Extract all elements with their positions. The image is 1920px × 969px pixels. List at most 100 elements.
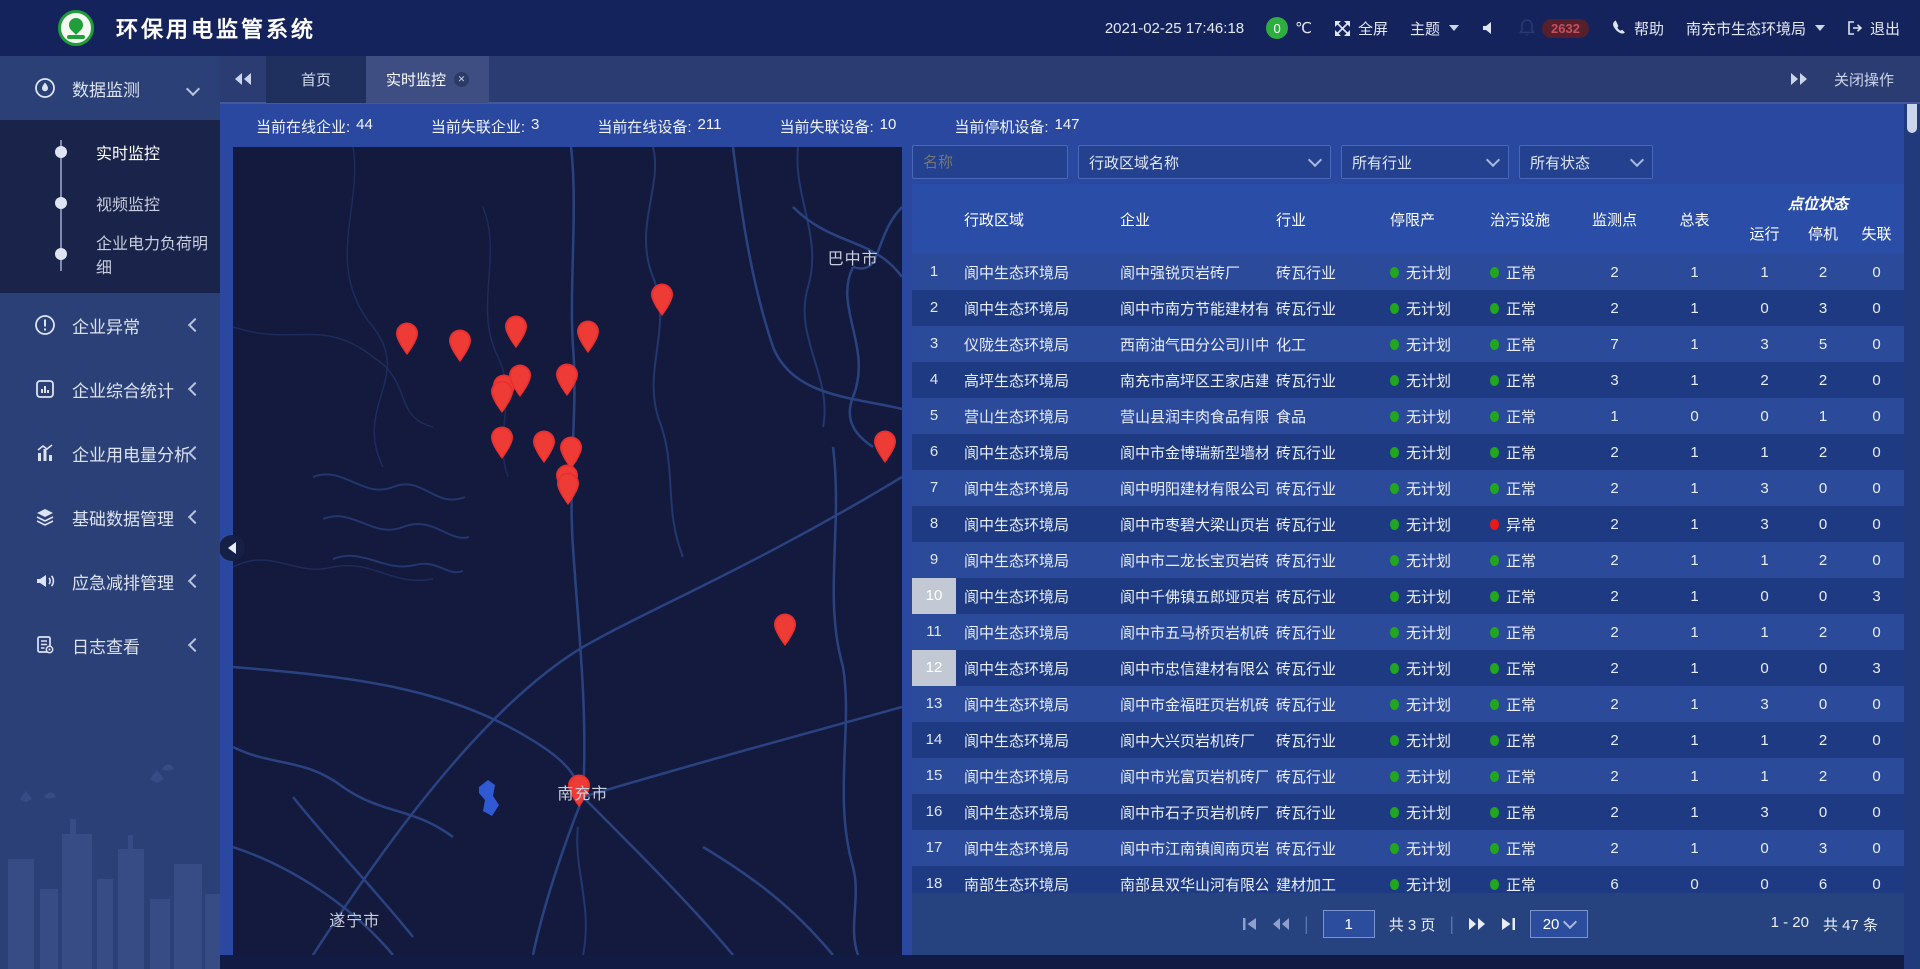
table-row[interactable]: 10 阆中生态环境局 阆中千佛镇五郎垭页岩 砖瓦行业 无计划 正常 2 1 0 … bbox=[912, 578, 1904, 614]
row-production-status: 无计划 bbox=[1382, 514, 1482, 535]
name-search-input[interactable] bbox=[912, 145, 1068, 179]
row-stopped: 2 bbox=[1797, 732, 1849, 749]
sidebar-item-data-monitoring[interactable]: 数据监测 bbox=[0, 56, 220, 120]
row-region: 阆中生态环境局 bbox=[956, 730, 1112, 751]
row-seq: 8 bbox=[912, 506, 956, 542]
stat-item: 当前在线企业: 44 bbox=[256, 116, 373, 137]
status-dot-icon bbox=[1390, 699, 1399, 710]
map-pin-icon[interactable] bbox=[555, 472, 581, 506]
row-stopped: 0 bbox=[1797, 660, 1849, 677]
table-row[interactable]: 4 高坪生态环境局 南充市高坪区王家店建 砖瓦行业 无计划 正常 3 1 2 2… bbox=[912, 362, 1904, 398]
mute-button[interactable] bbox=[1481, 20, 1497, 36]
first-page-button[interactable] bbox=[1242, 917, 1258, 931]
chevron-left-icon bbox=[188, 510, 202, 524]
map-pin-icon[interactable] bbox=[503, 315, 529, 349]
table-row[interactable]: 17 阆中生态环境局 阆中市江南镇阆南页岩 砖瓦行业 无计划 正常 2 1 0 … bbox=[912, 830, 1904, 866]
row-company: 阆中千佛镇五郎垭页岩 bbox=[1112, 586, 1268, 607]
row-region: 阆中生态环境局 bbox=[956, 802, 1112, 823]
table-row[interactable]: 14 阆中生态环境局 阆中大兴页岩机砖厂 砖瓦行业 无计划 正常 2 1 1 2… bbox=[912, 722, 1904, 758]
fullscreen-button[interactable]: 全屏 bbox=[1334, 18, 1388, 39]
table-row[interactable]: 16 阆中生态环境局 阆中市石子页岩机砖厂 砖瓦行业 无计划 正常 2 1 3 … bbox=[912, 794, 1904, 830]
sidebar-item-power-analysis[interactable]: 企业用电量分析 bbox=[0, 421, 220, 485]
map-pin-icon[interactable] bbox=[447, 329, 473, 363]
chevron-left-icon bbox=[188, 574, 202, 588]
row-stopped: 0 bbox=[1797, 588, 1849, 605]
region-select[interactable]: 行政区域名称 bbox=[1078, 145, 1331, 179]
notification-bell[interactable]: 2632 bbox=[1519, 19, 1589, 38]
map-panel[interactable]: 巴中市 南充市 遂宁市 bbox=[233, 147, 902, 955]
map-pin-icon[interactable] bbox=[489, 426, 515, 460]
table-row[interactable]: 12 阆中生态环境局 阆中市忠信建材有限公 砖瓦行业 无计划 正常 2 1 0 … bbox=[912, 650, 1904, 686]
theme-menu[interactable]: 主题 bbox=[1410, 18, 1459, 39]
status-dot-icon bbox=[1390, 555, 1399, 566]
map-pin-icon[interactable] bbox=[649, 283, 675, 317]
industry-select[interactable]: 所有行业 bbox=[1341, 145, 1509, 179]
table-row[interactable]: 11 阆中生态环境局 阆中市五马桥页岩机砖 砖瓦行业 无计划 正常 2 1 1 … bbox=[912, 614, 1904, 650]
table-row[interactable]: 8 阆中生态环境局 阆中市枣碧大梁山页岩 砖瓦行业 无计划 异常 2 1 3 0… bbox=[912, 506, 1904, 542]
row-seq: 7 bbox=[912, 470, 956, 506]
close-operations-button[interactable]: 关闭操作 bbox=[1834, 69, 1894, 90]
status-select[interactable]: 所有状态 bbox=[1519, 145, 1653, 179]
row-company: 阆中市光富页岩机砖厂 bbox=[1112, 766, 1268, 787]
row-region: 阆中生态环境局 bbox=[956, 586, 1112, 607]
page-scrollbar[interactable] bbox=[1904, 56, 1920, 969]
table-row[interactable]: 5 营山生态环境局 营山县润丰肉食品有限 食品 无计划 正常 1 0 0 1 0 bbox=[912, 398, 1904, 434]
row-total-meters: 1 bbox=[1657, 840, 1732, 857]
table-row[interactable]: 13 阆中生态环境局 阆中市金福旺页岩机砖 砖瓦行业 无计划 正常 2 1 3 … bbox=[912, 686, 1904, 722]
org-menu[interactable]: 南充市生态环境局 bbox=[1686, 18, 1825, 39]
tab-home[interactable]: 首页 bbox=[266, 55, 366, 103]
table-row[interactable]: 9 阆中生态环境局 阆中市二龙长宝页岩砖 砖瓦行业 无计划 正常 2 1 1 2… bbox=[912, 542, 1904, 578]
status-dot-icon bbox=[1390, 591, 1399, 602]
tabs-scroll-left-button[interactable] bbox=[220, 55, 266, 103]
row-industry: 砖瓦行业 bbox=[1268, 838, 1382, 859]
sidebar-item-enterprise-abnormal[interactable]: 企业异常 bbox=[0, 293, 220, 357]
map-collapse-button[interactable] bbox=[219, 535, 245, 561]
map-pin-icon[interactable] bbox=[575, 320, 601, 354]
map-pin-icon[interactable] bbox=[772, 613, 798, 647]
row-lost: 0 bbox=[1849, 408, 1904, 425]
table-row[interactable]: 7 阆中生态环境局 阆中明阳建材有限公司 砖瓦行业 无计划 正常 2 1 3 0… bbox=[912, 470, 1904, 506]
stats-bar: 当前在线企业: 44 当前失联企业: 3 当前在线设备: 211 当前失联设备:… bbox=[220, 106, 1920, 146]
row-lost: 0 bbox=[1849, 336, 1904, 353]
tabs-scroll-right-button[interactable] bbox=[1790, 72, 1808, 86]
map-pin-icon[interactable] bbox=[554, 363, 580, 397]
sidebar-item-basic-data[interactable]: 基础数据管理 bbox=[0, 485, 220, 549]
map-pin-icon[interactable] bbox=[489, 380, 515, 414]
row-seq: 1 bbox=[912, 254, 956, 290]
map-pin-icon[interactable] bbox=[531, 430, 557, 464]
table-row[interactable]: 15 阆中生态环境局 阆中市光富页岩机砖厂 砖瓦行业 无计划 正常 2 1 1 … bbox=[912, 758, 1904, 794]
stat-item: 当前停机设备: 147 bbox=[954, 116, 1079, 137]
table-row[interactable]: 6 阆中生态环境局 阆中市金博瑞新型墙材 砖瓦行业 无计划 正常 2 1 1 2… bbox=[912, 434, 1904, 470]
row-total-meters: 1 bbox=[1657, 732, 1732, 749]
map-pin-icon[interactable] bbox=[872, 430, 898, 464]
sidebar-item-log-view[interactable]: 日志查看 bbox=[0, 613, 220, 677]
page-number-input[interactable]: 1 bbox=[1323, 910, 1375, 938]
page-size-select[interactable]: 20 bbox=[1530, 910, 1588, 938]
table-header: 行政区域 企业 行业 停限产 治污设施 监测点 总表 运行 停机 失联 点位状态 bbox=[912, 184, 1904, 254]
table-row[interactable]: 2 阆中生态环境局 阆中市南方节能建材有 砖瓦行业 无计划 正常 2 1 0 3… bbox=[912, 290, 1904, 326]
table-row[interactable]: 3 仪陇生态环境局 西南油气田分公司川中 化工 无计划 正常 7 1 3 5 0 bbox=[912, 326, 1904, 362]
row-running: 3 bbox=[1732, 516, 1797, 533]
next-page-button[interactable] bbox=[1468, 917, 1486, 931]
sidebar-item-video-monitoring[interactable]: 视频监控 bbox=[0, 177, 220, 228]
app-title: 环保用电监管系统 bbox=[116, 12, 316, 44]
pager-divider: | bbox=[1304, 914, 1309, 935]
sidebar-item-emergency-reduction[interactable]: 应急减排管理 bbox=[0, 549, 220, 613]
previous-page-button[interactable] bbox=[1272, 917, 1290, 931]
sidebar-item-realtime-monitoring[interactable]: 实时监控 bbox=[0, 126, 220, 177]
logout-button[interactable]: 退出 bbox=[1847, 18, 1900, 39]
row-facility-status: 正常 bbox=[1482, 478, 1572, 499]
city-label: 遂宁市 bbox=[329, 907, 380, 931]
sidebar-item-enterprise-statistics[interactable]: 企业综合统计 bbox=[0, 357, 220, 421]
last-page-button[interactable] bbox=[1500, 917, 1516, 931]
row-production-status: 无计划 bbox=[1382, 622, 1482, 643]
sidebar-item-power-load-detail[interactable]: 企业电力负荷明细 bbox=[0, 228, 220, 279]
row-stopped: 6 bbox=[1797, 876, 1849, 893]
tab-realtime-monitoring[interactable]: 实时监控 ✕ bbox=[366, 55, 489, 103]
map-pin-icon[interactable] bbox=[394, 322, 420, 356]
row-facility-status: 正常 bbox=[1482, 838, 1572, 859]
help-button[interactable]: 帮助 bbox=[1611, 18, 1664, 39]
table-row[interactable]: 1 阆中生态环境局 阆中强锐页岩砖厂 砖瓦行业 无计划 正常 2 1 1 2 0 bbox=[912, 254, 1904, 290]
tab-close-icon[interactable]: ✕ bbox=[454, 72, 469, 87]
row-total-meters: 1 bbox=[1657, 480, 1732, 497]
